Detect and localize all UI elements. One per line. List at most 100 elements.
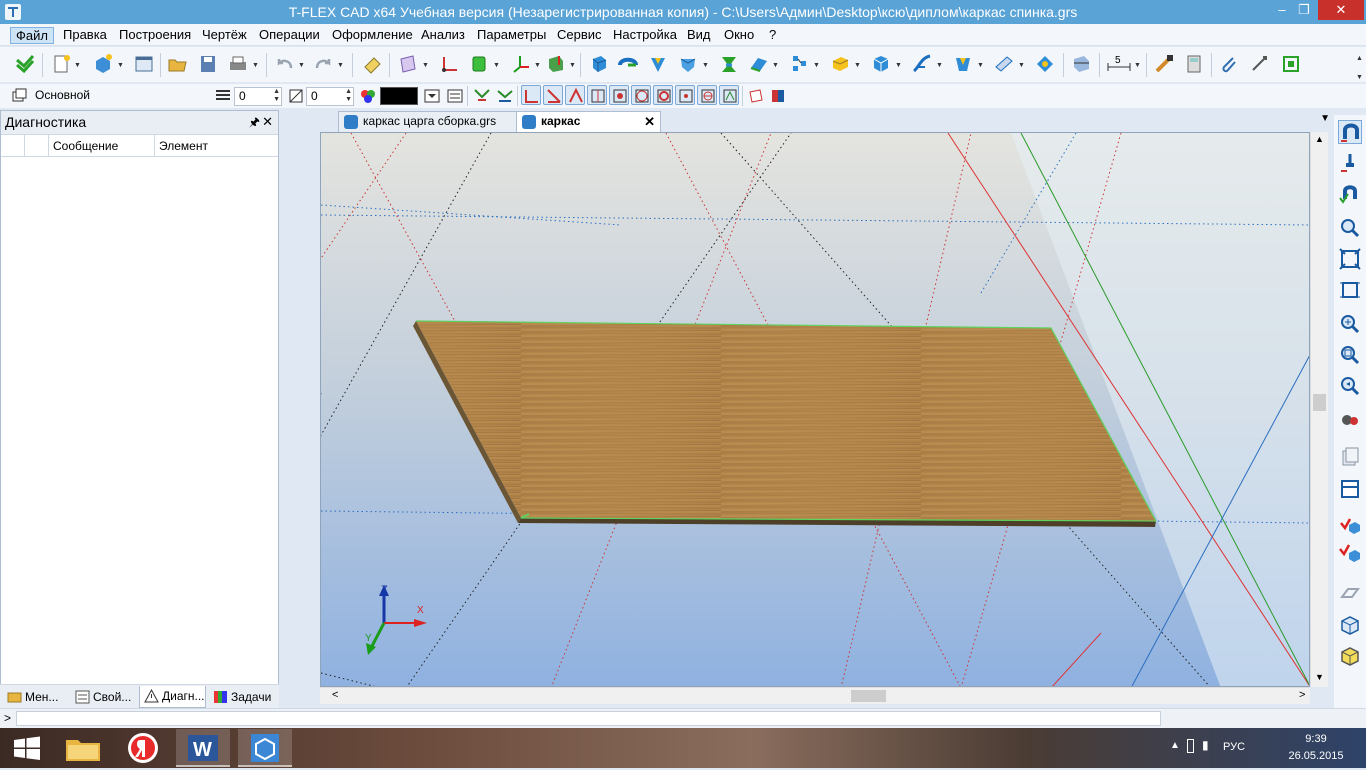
open-folder-icon[interactable] — [167, 53, 189, 75]
taskbar-explorer[interactable] — [56, 729, 110, 767]
material-icon[interactable] — [1034, 53, 1056, 75]
level-spinner[interactable]: 0 ▲ ▼ — [234, 87, 282, 106]
color-swatch[interactable] — [380, 87, 418, 105]
calculator-icon[interactable] — [1183, 53, 1205, 75]
input-language[interactable]: РУС — [1223, 741, 1245, 753]
network-icon[interactable]: ▮ — [1202, 738, 1209, 752]
menu-drawing[interactable]: Чертёж — [197, 27, 252, 44]
menu-operations[interactable]: Операции — [254, 27, 325, 44]
section-view-icon[interactable] — [1070, 53, 1092, 75]
variables-icon[interactable] — [1249, 53, 1271, 75]
shaded-cube-icon[interactable] — [1338, 644, 1362, 668]
menu-parameters[interactable]: Параметры — [472, 27, 551, 44]
tab-menu[interactable]: Мен... — [2, 686, 68, 708]
taskbar-word[interactable]: W — [176, 729, 230, 767]
column-header-icon[interactable] — [1, 135, 25, 157]
fit-window-icon[interactable] — [1280, 53, 1302, 75]
spline-icon[interactable] — [911, 53, 933, 75]
clock-time[interactable]: 9:39 — [1281, 733, 1351, 745]
color-palette-icon[interactable] — [358, 86, 378, 106]
snap-end-icon[interactable] — [719, 85, 739, 105]
snap-node-icon[interactable] — [521, 85, 541, 105]
undo-icon[interactable] — [274, 53, 296, 75]
magnet-check-icon[interactable] — [1338, 182, 1362, 206]
horizontal-scrollbar[interactable]: < > — [320, 687, 1310, 704]
save-icon[interactable] — [197, 53, 219, 75]
tab-tasks[interactable]: Задачи — [208, 686, 276, 708]
zoom-window-icon[interactable] — [1338, 278, 1362, 302]
point-3d-icon[interactable] — [438, 53, 460, 75]
taskbar-tflex[interactable] — [238, 729, 292, 767]
surface-icon[interactable] — [993, 53, 1015, 75]
command-line-input[interactable] — [16, 711, 1161, 726]
column-header-type[interactable] — [25, 135, 49, 157]
zoom-extents-icon[interactable] — [1338, 247, 1362, 271]
snap-quadrant-icon[interactable] — [697, 85, 717, 105]
redo-icon[interactable] — [312, 53, 334, 75]
close-tab-icon[interactable]: ✕ — [644, 112, 655, 131]
zoom-fit-icon[interactable] — [1338, 343, 1362, 367]
tab-properties[interactable]: Свой... — [70, 686, 137, 708]
measure-icon[interactable] — [1153, 53, 1175, 75]
sheet-metal-icon[interactable] — [952, 53, 974, 75]
snap-circle-icon[interactable] — [631, 85, 651, 105]
restore-button[interactable]: ❐ — [1290, 0, 1318, 20]
snap-arc-icon[interactable] — [653, 85, 673, 105]
menu-design[interactable]: Оформление — [327, 27, 418, 44]
menu-window[interactable]: Окно — [719, 27, 759, 44]
loft-icon[interactable] — [718, 53, 740, 75]
new-document-icon[interactable] — [50, 53, 72, 75]
commit-icon[interactable] — [14, 53, 36, 75]
snap-tangent-icon[interactable] — [565, 85, 585, 105]
column-header-element[interactable]: Элемент — [155, 135, 278, 157]
doc-tab-2[interactable]: каркас спинка.grs ✕ — [516, 111, 661, 147]
show-hidden-icons-icon[interactable]: ▲ — [1170, 740, 1180, 751]
vertical-scroll-thumb[interactable] — [1313, 394, 1326, 411]
spinner-arrows-icon[interactable]: ▲ ▼ — [273, 88, 280, 104]
menu-edit[interactable]: Правка — [58, 27, 112, 44]
zoom-previous-icon[interactable] — [1338, 374, 1362, 398]
menu-service[interactable]: Сервис — [552, 27, 607, 44]
workplane-icon[interactable] — [397, 53, 419, 75]
menu-analysis[interactable]: Анализ — [416, 27, 470, 44]
profile-icon[interactable] — [468, 53, 490, 75]
check-parts-icon[interactable] — [1338, 541, 1362, 565]
menu-settings[interactable]: Настройка — [608, 27, 682, 44]
attach-icon[interactable] — [1218, 53, 1240, 75]
snap-center-icon[interactable] — [609, 85, 629, 105]
tab-diagnostics[interactable]: Диагн... — [139, 686, 206, 708]
dimension-icon[interactable]: 5 — [1106, 53, 1132, 75]
taskbar-yandex[interactable] — [116, 729, 170, 767]
menu-help[interactable]: ? — [764, 27, 781, 44]
scroll-up-icon[interactable]: ▲ — [1315, 134, 1324, 144]
scroll-right-icon[interactable]: > — [1299, 689, 1305, 701]
check-model-icon[interactable] — [1338, 511, 1362, 535]
lcs-icon[interactable] — [510, 53, 532, 75]
zoom-icon[interactable] — [1338, 216, 1362, 240]
spinner-arrows-icon[interactable]: ▲ ▼ — [345, 88, 352, 104]
copy-view-icon[interactable] — [1338, 445, 1362, 469]
tabs-dropdown-icon[interactable]: ▼ — [1320, 113, 1330, 124]
snap-intersection-icon[interactable] — [587, 85, 607, 105]
3d-viewport[interactable]: Z X Y — [320, 132, 1310, 687]
eraser-icon[interactable] — [361, 53, 383, 75]
panel-layout-icon[interactable] — [1338, 477, 1362, 501]
boolean-icon[interactable] — [647, 53, 669, 75]
extrude-icon[interactable] — [588, 53, 610, 75]
plane-section-icon[interactable] — [1338, 581, 1362, 605]
color-dropdown-icon[interactable] — [422, 86, 442, 106]
snap-grid-icon[interactable] — [495, 86, 515, 106]
new-3d-model-icon[interactable] — [92, 53, 114, 75]
snap-point-icon[interactable] — [675, 85, 695, 105]
scroll-left-icon[interactable]: < — [332, 689, 338, 701]
column-header-message[interactable]: Сообщение — [49, 135, 155, 157]
show-icon[interactable] — [768, 86, 788, 106]
start-button[interactable] — [0, 729, 54, 767]
menu-construct[interactable]: Построения — [114, 27, 196, 44]
clock-date[interactable]: 26.05.2015 — [1281, 750, 1351, 762]
menu-file[interactable]: Файл — [10, 27, 54, 44]
pin-vertex-icon[interactable] — [1338, 151, 1362, 175]
layer-icon[interactable] — [10, 86, 30, 106]
3d-view-icon[interactable] — [545, 53, 567, 75]
window-icon[interactable] — [133, 53, 155, 75]
